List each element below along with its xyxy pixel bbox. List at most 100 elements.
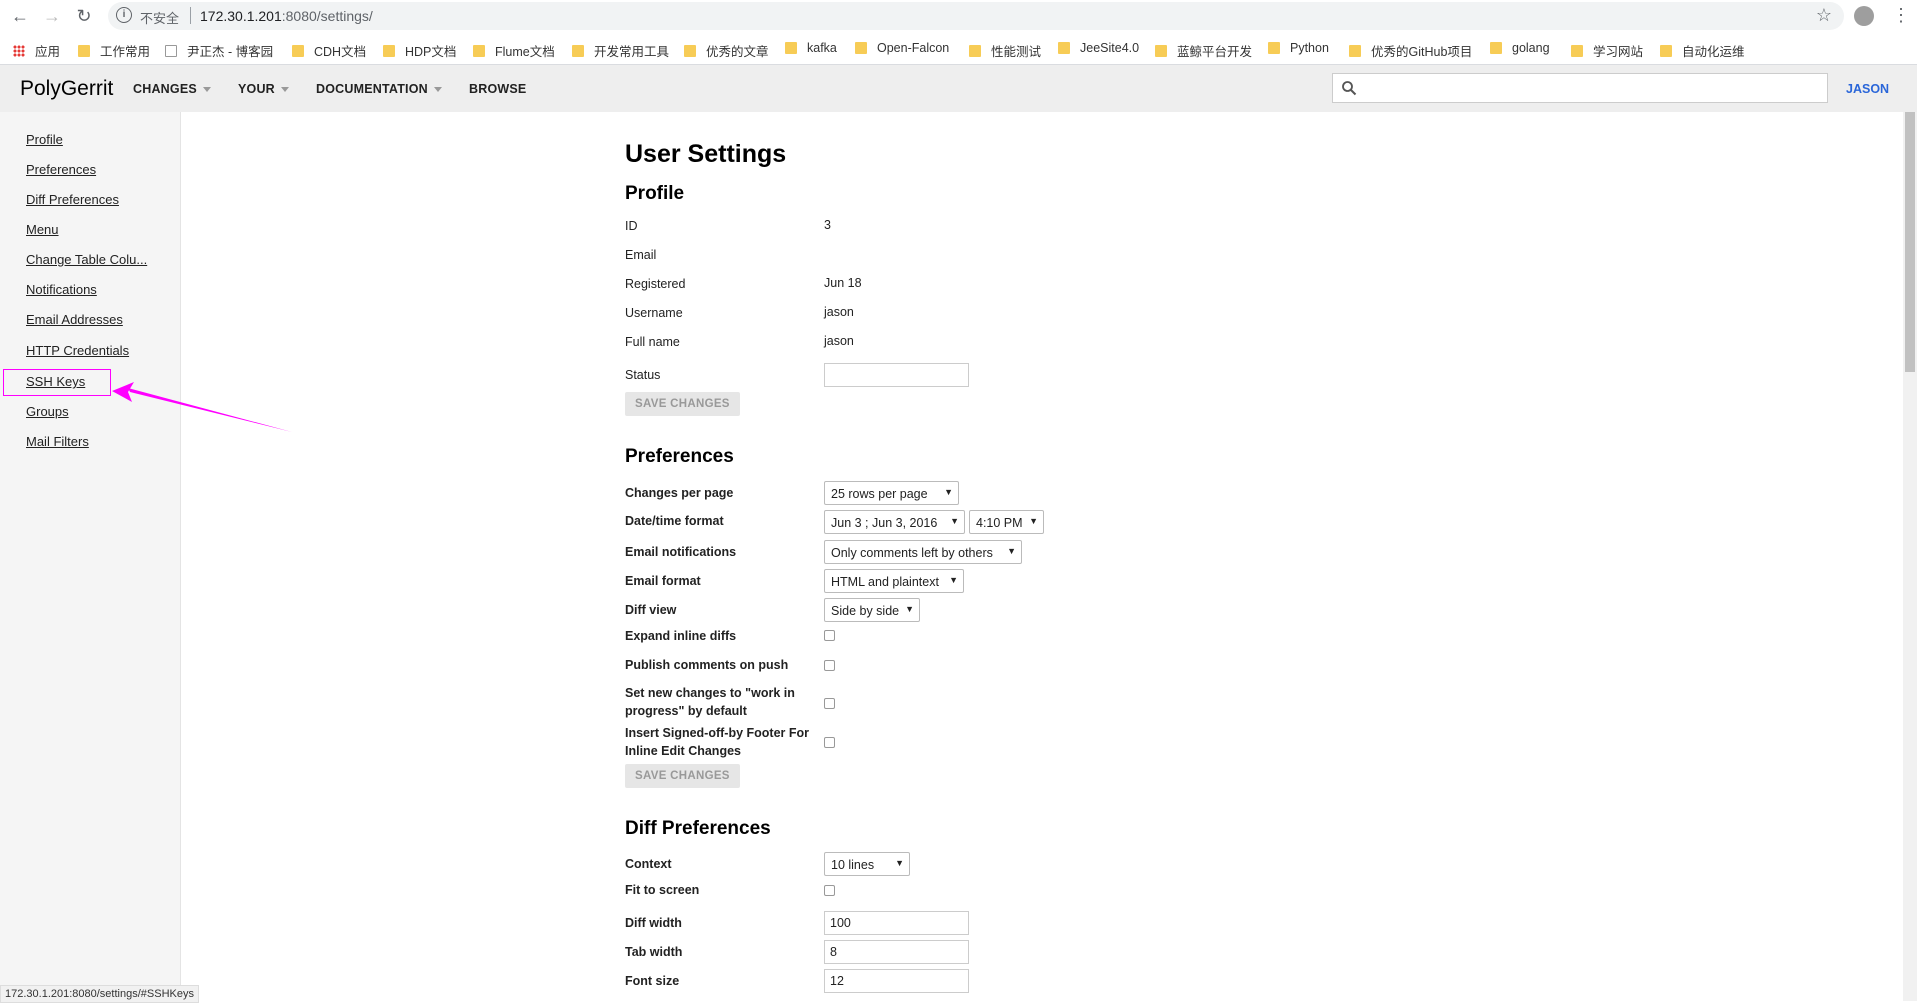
bookmark-item[interactable]: 蓝鲸平台开发 [1155, 41, 1252, 60]
fit-to-screen-checkbox[interactable] [824, 885, 835, 896]
diff-width-label: Diff width [625, 916, 682, 930]
signed-off-label: Insert Signed-off-by Footer For Inline E… [625, 726, 810, 758]
search-input[interactable] [1332, 73, 1828, 103]
folder-icon [1268, 42, 1280, 54]
address-bar[interactable]: i 不安全 172.30.1.201:8080/settings/ ☆ [108, 2, 1844, 30]
bookmark-item[interactable]: Open-Falcon [855, 41, 949, 55]
field-value: Jun 18 [824, 276, 862, 290]
bookmark-item[interactable]: JeeSite4.0 [1058, 41, 1139, 55]
expand-inline-diffs-checkbox[interactable] [824, 630, 835, 641]
field-value: jason [824, 334, 854, 348]
bookmark-label: CDH文档 [314, 45, 367, 59]
signed-off-checkbox[interactable] [824, 737, 835, 748]
select-value: 4:10 PM [976, 516, 1023, 530]
folder-icon [383, 44, 395, 57]
section-heading-diff-preferences: Diff Preferences [625, 818, 771, 839]
bookmark-item[interactable]: 学习网站 [1571, 41, 1643, 60]
save-profile-button[interactable]: SAVE CHANGES [625, 392, 740, 416]
folder-icon [1155, 44, 1167, 57]
bookmark-item[interactable]: CDH文档 [292, 41, 366, 60]
bookmark-label: 优秀的GitHub项目 [1371, 45, 1473, 59]
folder-icon [785, 42, 797, 54]
status-input[interactable] [824, 363, 969, 387]
bookmark-label: 开发常用工具 [594, 45, 670, 59]
more-menu-icon[interactable]: ⋮ [1892, 5, 1910, 25]
publish-on-push-checkbox[interactable] [824, 660, 835, 671]
font-size-input[interactable]: 12 [824, 969, 969, 993]
field-label: ID [625, 219, 638, 233]
bookmark-label: 优秀的文章 [706, 45, 769, 59]
bookmark-label: HDP文档 [405, 45, 457, 59]
field-value: 3 [824, 218, 831, 232]
folder-icon [855, 42, 867, 54]
bookmark-star-icon[interactable]: ☆ [1816, 5, 1832, 26]
email-notifications-select[interactable]: Only comments left by others ▼ [824, 540, 1022, 564]
time-format-select[interactable]: 4:10 PM ▼ [969, 510, 1044, 534]
folder-icon [572, 44, 584, 57]
context-select[interactable]: 10 lines ▼ [824, 852, 910, 876]
bookmark-item[interactable]: Python [1268, 41, 1329, 55]
bookmark-item[interactable]: 优秀的GitHub项目 [1349, 41, 1472, 60]
user-menu[interactable]: JASON [1846, 82, 1889, 96]
browser-status-url: 172.30.1.201:8080/settings/#SSHKeys [0, 985, 199, 1003]
bookmark-item[interactable]: golang [1490, 41, 1550, 55]
wip-default-checkbox[interactable] [824, 698, 835, 709]
folder-icon [473, 44, 485, 57]
nav-label: BROWSE [469, 82, 527, 96]
select-value: Only comments left by others [831, 546, 993, 560]
font-size-label: Font size [625, 974, 680, 988]
dropdown-arrow-icon: ▼ [1007, 546, 1016, 556]
dropdown-arrow-icon: ▼ [895, 858, 904, 868]
publish-on-push-label: Publish comments on push [625, 658, 789, 672]
date-time-format-label: Date/time format [625, 514, 724, 528]
bookmark-item[interactable]: HDP文档 [383, 41, 456, 60]
field-label: Registered [625, 277, 686, 291]
page-scrollbar[interactable] [1903, 112, 1917, 1001]
bookmark-item[interactable]: 开发常用工具 [572, 41, 669, 60]
nav-label: DOCUMENTATION [316, 82, 428, 96]
changes-per-page-select[interactable]: 25 rows per page ▼ [824, 481, 959, 505]
tab-width-input[interactable]: 8 [824, 940, 969, 964]
email-format-select[interactable]: HTML and plaintext ▼ [824, 569, 964, 593]
diff-view-label: Diff view [625, 603, 677, 617]
email-notifications-label: Email notifications [625, 545, 737, 559]
date-format-select[interactable]: Jun 3 ; Jun 3, 2016 ▼ [824, 510, 965, 534]
chevron-down-icon [433, 87, 442, 93]
changes-per-page-label: Changes per page [625, 486, 734, 500]
section-heading-profile: Profile [625, 183, 685, 204]
field-label: Full name [625, 335, 680, 349]
scrollbar-thumb[interactable] [1905, 112, 1915, 372]
field-value: jason [824, 305, 854, 319]
select-value: Side by side [831, 604, 900, 618]
nav-documentation[interactable]: DOCUMENTATION [316, 82, 442, 96]
bookmark-item[interactable]: kafka [785, 41, 837, 55]
bookmark-item[interactable]: 自动化运维 [1660, 41, 1745, 60]
annotation-arrow-icon [112, 382, 292, 432]
bookmark-item[interactable]: Flume文档 [473, 41, 555, 60]
folder-icon [1349, 44, 1361, 57]
folder-icon [684, 44, 696, 57]
save-preferences-button[interactable]: SAVE CHANGES [625, 764, 740, 788]
bookmark-label: 学习网站 [1593, 45, 1644, 59]
field-label: Username [625, 306, 683, 320]
select-value: 10 lines [831, 858, 875, 872]
folder-icon [1490, 42, 1502, 54]
nav-browse[interactable]: BROWSE [469, 82, 526, 96]
bookmark-label: Open-Falcon [877, 41, 950, 55]
bookmark-label: Python [1290, 41, 1329, 55]
diff-width-input[interactable]: 100 [824, 911, 969, 935]
select-value: HTML and plaintext [831, 575, 939, 589]
diff-view-select[interactable]: Side by side ▼ [824, 598, 920, 622]
account-avatar-icon[interactable] [1854, 6, 1874, 26]
context-label: Context [625, 857, 672, 871]
folder-icon [1571, 44, 1583, 57]
search-icon [1342, 81, 1357, 96]
bookmark-item[interactable]: 性能测试 [969, 41, 1041, 60]
bookmark-item[interactable]: 优秀的文章 [684, 41, 769, 60]
folder-icon [969, 44, 981, 57]
bookmark-label: 自动化运维 [1682, 45, 1745, 59]
expand-inline-diffs-label: Expand inline diffs [625, 629, 737, 643]
folder-icon [1660, 44, 1672, 57]
dropdown-arrow-icon: ▼ [944, 487, 953, 497]
email-format-label: Email format [625, 574, 701, 588]
